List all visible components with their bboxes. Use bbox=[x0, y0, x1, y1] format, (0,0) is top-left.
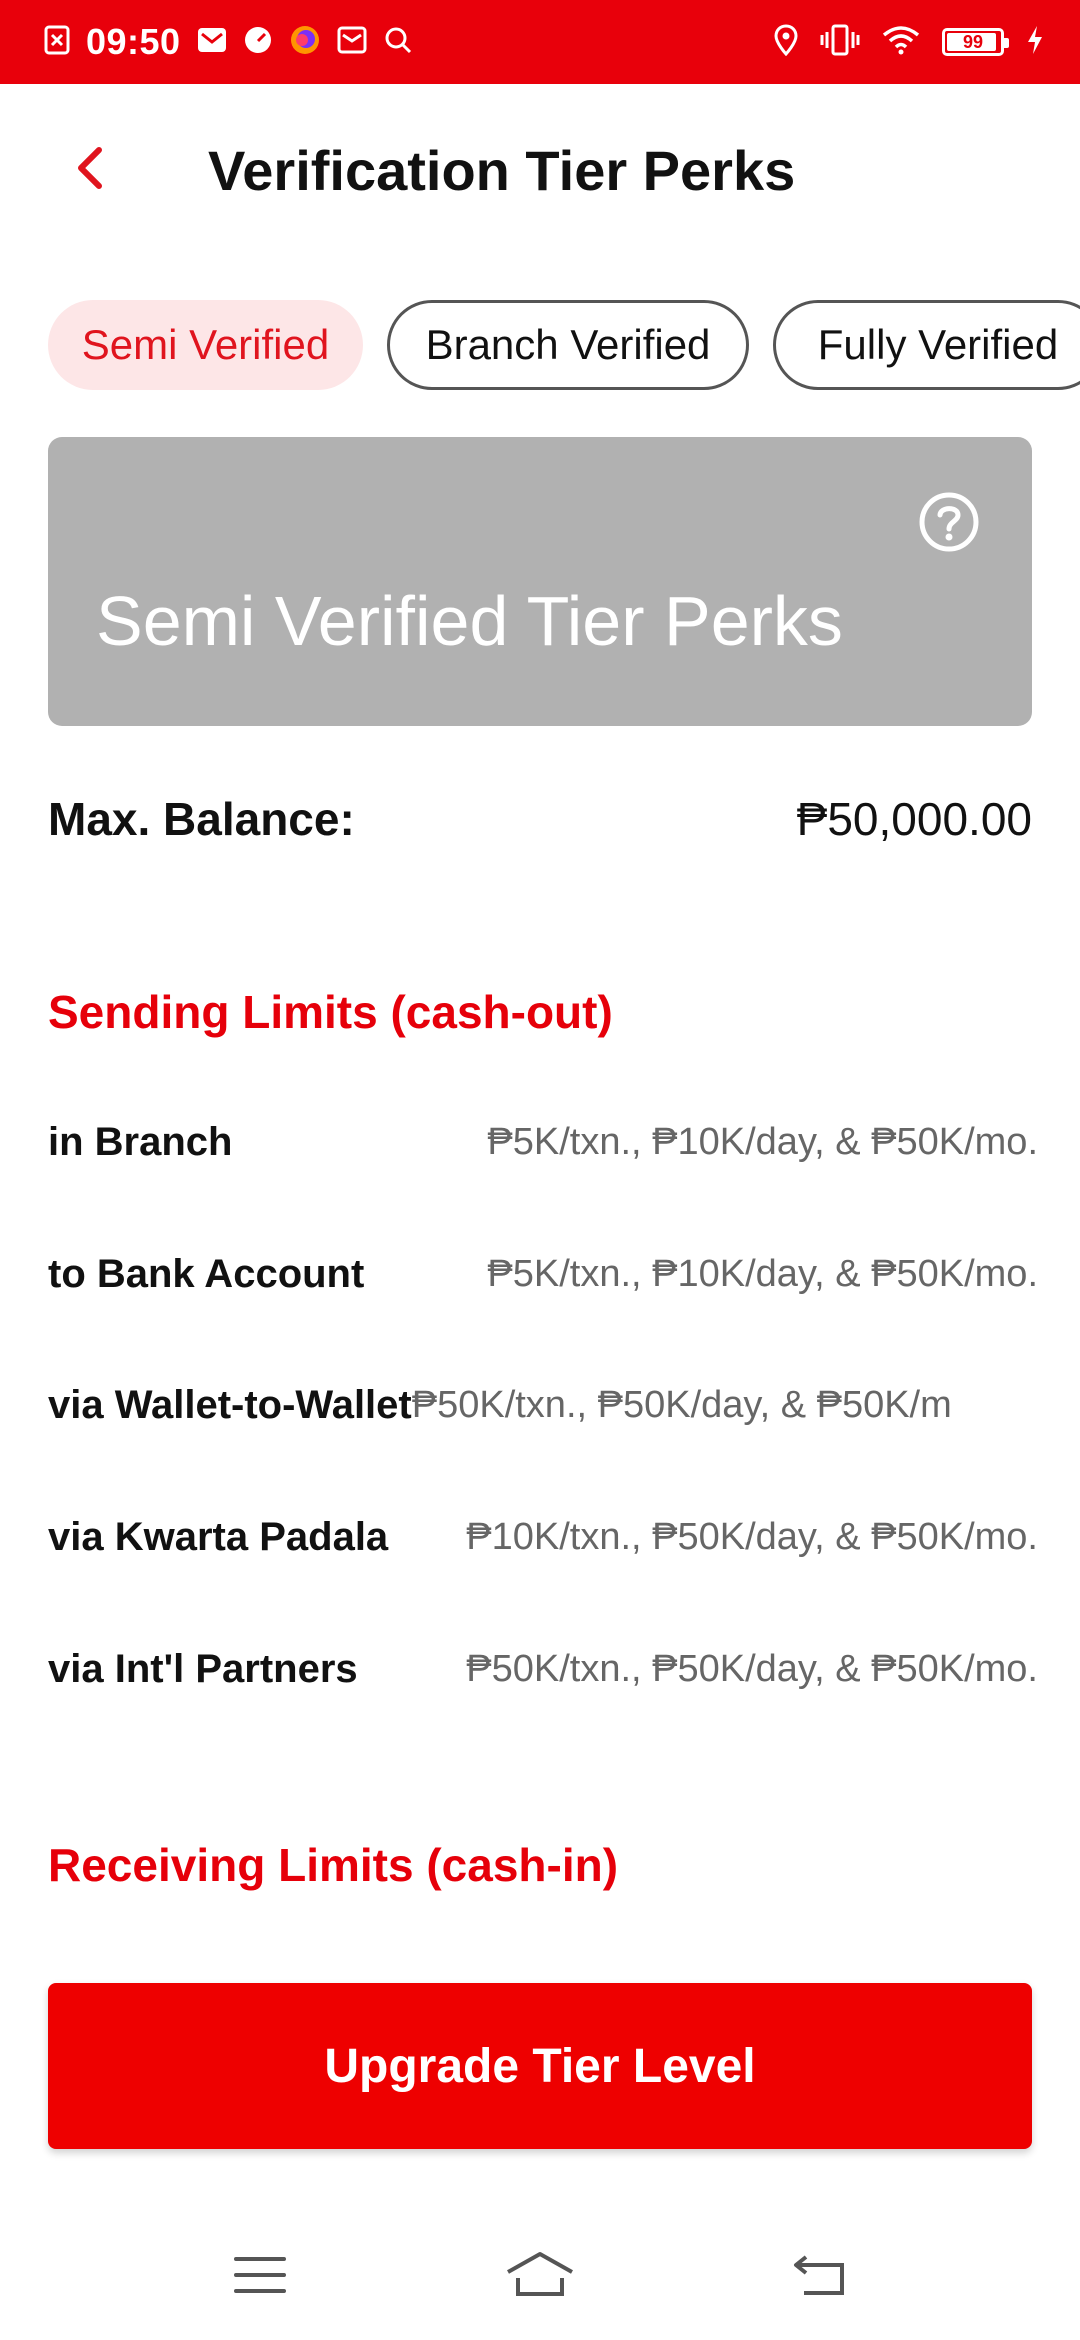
status-right: 99 bbox=[774, 23, 1044, 61]
limit-value: ₱50K/txn., ₱50K/day, & ₱50K/m bbox=[411, 1383, 952, 1426]
limit-value: ₱50K/txn., ₱50K/day, & ₱50K/mo. bbox=[466, 1647, 1038, 1690]
page-title: Verification Tier Perks bbox=[208, 139, 796, 202]
limit-value: ₱5K/txn., ₱10K/day, & ₱50K/mo. bbox=[487, 1252, 1038, 1295]
max-balance-row: Max. Balance: ₱50,000.00 bbox=[48, 792, 1032, 846]
back-button[interactable] bbox=[60, 136, 120, 200]
tab-branch-verified[interactable]: Branch Verified bbox=[387, 300, 749, 390]
battery-level: 99 bbox=[962, 31, 984, 52]
status-left: 09:50 bbox=[44, 21, 413, 63]
upgrade-tier-button[interactable]: Upgrade Tier Level bbox=[48, 1983, 1032, 2149]
charging-icon bbox=[1026, 25, 1044, 60]
tab-fully-verified[interactable]: Fully Verified bbox=[773, 300, 1080, 390]
limit-label: to Bank Account bbox=[48, 1251, 365, 1296]
tier-tabs: Semi Verified Branch Verified Fully Veri… bbox=[48, 300, 1080, 390]
header: Verification Tier Perks bbox=[0, 84, 1080, 254]
home-icon bbox=[507, 2252, 573, 2296]
search-icon bbox=[383, 25, 413, 60]
limit-row: via Int'l Partners ₱50K/txn., ₱50K/day, … bbox=[48, 1639, 1038, 1699]
mail-icon bbox=[337, 26, 367, 59]
menu-icon bbox=[234, 2257, 286, 2293]
limit-label: in Branch bbox=[48, 1119, 233, 1164]
status-time: 09:50 bbox=[86, 21, 181, 62]
banner-title: Semi Verified Tier Perks bbox=[96, 582, 843, 660]
limit-label: via Int'l Partners bbox=[48, 1646, 358, 1691]
limit-row: via Kwarta Padala ₱10K/txn., ₱50K/day, &… bbox=[48, 1507, 1038, 1567]
tab-semi-verified[interactable]: Semi Verified bbox=[48, 300, 363, 390]
receiving-limits-heading: Receiving Limits (cash-in) bbox=[48, 1839, 619, 1891]
back-nav-button[interactable] bbox=[775, 2240, 865, 2310]
limit-value: ₱5K/txn., ₱10K/day, & ₱50K/mo. bbox=[487, 1120, 1038, 1163]
limit-row: via Wallet-to-Wallet ₱50K/txn., ₱50K/day… bbox=[48, 1375, 1038, 1435]
limit-value: ₱10K/txn., ₱50K/day, & ₱50K/mo. bbox=[466, 1515, 1038, 1558]
location-icon bbox=[774, 23, 798, 61]
limit-row: in Branch ₱5K/txn., ₱10K/day, & ₱50K/mo. bbox=[48, 1112, 1038, 1172]
help-icon[interactable] bbox=[918, 491, 980, 553]
gmail-icon bbox=[197, 26, 227, 59]
menu-nav-button[interactable] bbox=[215, 2240, 305, 2310]
firefox-icon bbox=[289, 24, 321, 61]
notification-x-icon bbox=[44, 25, 70, 60]
home-nav-button[interactable] bbox=[495, 2240, 585, 2310]
tier-banner: Semi Verified Tier Perks bbox=[48, 437, 1032, 726]
limit-label: via Kwarta Padala bbox=[48, 1514, 389, 1559]
battery-icon: 99 bbox=[942, 28, 1009, 56]
limit-row: to Bank Account ₱5K/txn., ₱10K/day, & ₱5… bbox=[48, 1244, 1038, 1304]
back-icon bbox=[794, 2255, 844, 2295]
sending-limits-heading: Sending Limits (cash-out) bbox=[48, 986, 613, 1038]
chevron-left-icon bbox=[78, 147, 102, 189]
status-bar: 09:50 99 bbox=[0, 0, 1080, 84]
wifi-icon bbox=[882, 25, 920, 60]
max-balance-value: ₱50,000.00 bbox=[796, 793, 1032, 845]
system-nav-bar bbox=[0, 2210, 1080, 2340]
limit-label: via Wallet-to-Wallet bbox=[48, 1382, 412, 1427]
speedometer-icon bbox=[243, 25, 273, 60]
vibrate-icon bbox=[820, 24, 860, 61]
max-balance-label: Max. Balance: bbox=[48, 793, 355, 845]
